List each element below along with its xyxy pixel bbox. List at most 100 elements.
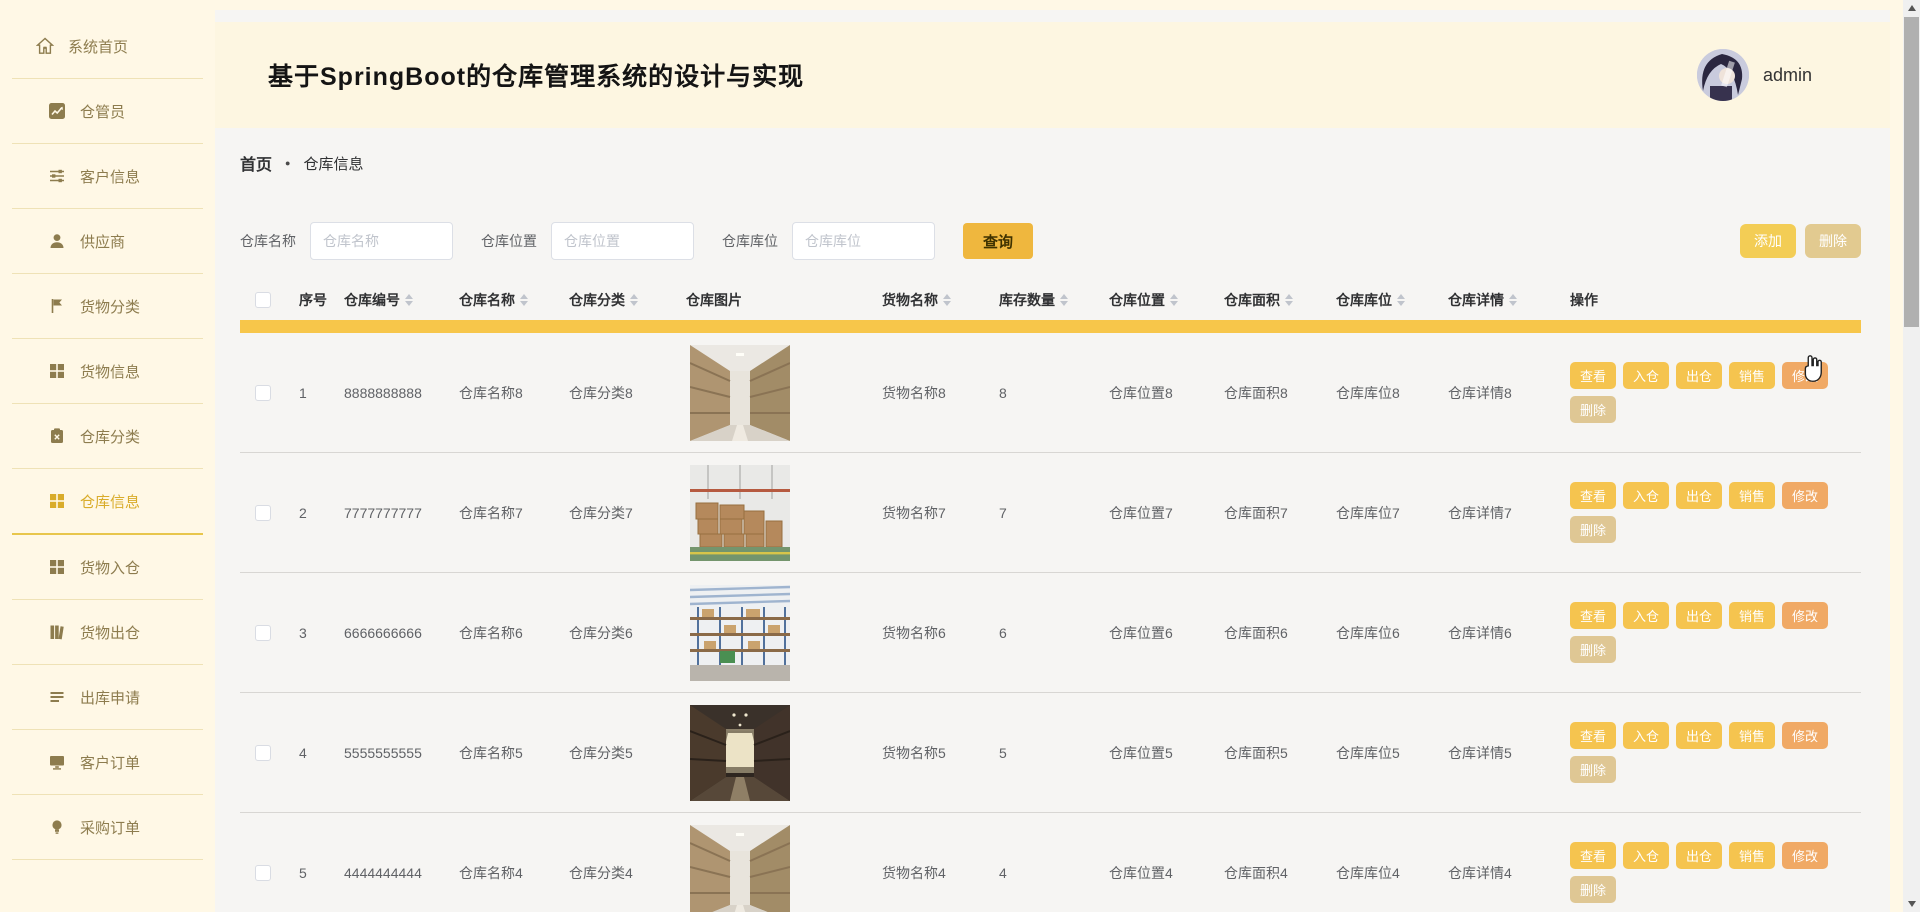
column-header-2[interactable]: 仓库编号	[330, 290, 445, 310]
warehouse-image-cell	[672, 705, 868, 801]
column-header-8[interactable]: 仓库位置	[1095, 290, 1210, 310]
scroll-up-icon[interactable]	[1903, 0, 1920, 16]
sidebar-item-list-10[interactable]: 出库申请	[0, 675, 215, 719]
modify-button[interactable]: 修改	[1782, 602, 1828, 629]
sale-button[interactable]: 销售	[1729, 602, 1775, 629]
sidebar-divider	[12, 859, 203, 860]
modify-button[interactable]: 修改	[1782, 362, 1828, 389]
cell-name: 仓库名称4	[445, 863, 555, 883]
column-header-7[interactable]: 库存数量	[985, 290, 1095, 310]
filter-label-location: 仓库位置	[481, 231, 537, 251]
sort-carets-icon[interactable]	[1509, 294, 1517, 306]
delete-selected-button[interactable]: 删除	[1805, 224, 1861, 258]
inbound-button[interactable]: 入仓	[1623, 842, 1669, 869]
breadcrumb: 首页 ● 仓库信息	[240, 148, 363, 178]
column-header-11[interactable]: 仓库详情	[1434, 290, 1553, 310]
sort-carets-icon[interactable]	[1285, 294, 1293, 306]
view-button[interactable]: 查看	[1570, 602, 1616, 629]
outbound-button[interactable]: 出仓	[1676, 362, 1722, 389]
view-button[interactable]: 查看	[1570, 722, 1616, 749]
add-button[interactable]: 添加	[1740, 224, 1796, 258]
inbound-button[interactable]: 入仓	[1623, 362, 1669, 389]
warehouse-name-input[interactable]	[310, 222, 453, 260]
sidebar-item-bookshelf-9[interactable]: 货物出仓	[0, 610, 215, 654]
delete-button[interactable]: 删除	[1570, 756, 1616, 783]
warehouse-image-cell	[672, 825, 868, 912]
column-header-label: 仓库位置	[1109, 290, 1165, 310]
sale-button[interactable]: 销售	[1729, 482, 1775, 509]
delete-button[interactable]: 删除	[1570, 876, 1616, 903]
inbound-button[interactable]: 入仓	[1623, 602, 1669, 629]
sidebar-item-home-0[interactable]: 系统首页	[0, 24, 215, 68]
delete-button[interactable]: 删除	[1570, 516, 1616, 543]
sidebar-item-monitor-11[interactable]: 客户订单	[0, 740, 215, 784]
row-checkbox[interactable]	[255, 625, 271, 641]
sort-carets-icon[interactable]	[630, 294, 638, 306]
view-button[interactable]: 查看	[1570, 842, 1616, 869]
modify-button[interactable]: 修改	[1782, 722, 1828, 749]
breadcrumb-home[interactable]: 首页	[240, 151, 272, 175]
sidebar-item-lightbulb-12[interactable]: 采购订单	[0, 805, 215, 849]
sort-carets-icon[interactable]	[1397, 294, 1405, 306]
sidebar-item-sliders-2[interactable]: 客户信息	[0, 154, 215, 198]
sort-carets-icon[interactable]	[1170, 294, 1178, 306]
column-header-10[interactable]: 仓库库位	[1322, 290, 1434, 310]
cell-name: 仓库名称8	[445, 383, 555, 403]
search-button[interactable]: 查询	[963, 223, 1033, 259]
row-actions: 查看入仓出仓销售修改删除	[1553, 842, 1861, 903]
sidebar-divider	[12, 338, 203, 339]
sale-button[interactable]: 销售	[1729, 362, 1775, 389]
outbound-button[interactable]: 出仓	[1676, 842, 1722, 869]
warehouse-slot-input[interactable]	[792, 222, 935, 260]
cell-goods: 货物名称7	[868, 503, 985, 523]
cell-area: 仓库面积5	[1210, 743, 1322, 763]
sliders-icon	[48, 167, 66, 185]
sort-carets-icon[interactable]	[1060, 294, 1068, 306]
scroll-down-icon[interactable]	[1903, 896, 1920, 912]
vertical-scrollbar[interactable]	[1903, 0, 1920, 912]
sidebar-item-label: 仓库信息	[80, 491, 140, 512]
column-header-9[interactable]: 仓库面积	[1210, 290, 1322, 310]
user-box[interactable]: admin	[1697, 49, 1812, 101]
sidebar-item-grid-7[interactable]: 仓库信息	[0, 479, 215, 523]
cell-stock: 4	[985, 865, 1095, 881]
sidebar-item-flag-4[interactable]: 货物分类	[0, 284, 215, 328]
avatar[interactable]	[1697, 49, 1749, 101]
sidebar-item-user-3[interactable]: 供应商	[0, 219, 215, 263]
column-header-6[interactable]: 货物名称	[868, 290, 985, 310]
row-checkbox[interactable]	[255, 745, 271, 761]
sidebar-item-clipboard-6[interactable]: 仓库分类	[0, 414, 215, 458]
warehouse-location-input[interactable]	[551, 222, 694, 260]
column-header-3[interactable]: 仓库名称	[445, 290, 555, 310]
select-all-checkbox[interactable]	[255, 292, 271, 308]
row-checkbox[interactable]	[255, 385, 271, 401]
sort-carets-icon[interactable]	[943, 294, 951, 306]
warehouse-photo-boxes	[690, 465, 790, 561]
sale-button[interactable]: 销售	[1729, 842, 1775, 869]
sidebar-item-trend-chart-1[interactable]: 仓管员	[0, 89, 215, 133]
row-checkbox[interactable]	[255, 505, 271, 521]
sidebar-item-grid-8[interactable]: 货物入仓	[0, 545, 215, 589]
outbound-button[interactable]: 出仓	[1676, 722, 1722, 749]
view-button[interactable]: 查看	[1570, 362, 1616, 389]
row-checkbox[interactable]	[255, 865, 271, 881]
view-button[interactable]: 查看	[1570, 482, 1616, 509]
sale-button[interactable]: 销售	[1729, 722, 1775, 749]
sort-carets-icon[interactable]	[520, 294, 528, 306]
outbound-button[interactable]: 出仓	[1676, 602, 1722, 629]
sidebar-item-grid-5[interactable]: 货物信息	[0, 349, 215, 393]
column-header-4[interactable]: 仓库分类	[555, 290, 672, 310]
outbound-button[interactable]: 出仓	[1676, 482, 1722, 509]
cell-stock: 6	[985, 625, 1095, 641]
delete-button[interactable]: 删除	[1570, 636, 1616, 663]
warehouse-photo-racking	[690, 585, 790, 681]
delete-button[interactable]: 删除	[1570, 396, 1616, 423]
cell-goods: 货物名称8	[868, 383, 985, 403]
modify-button[interactable]: 修改	[1782, 482, 1828, 509]
modify-button[interactable]: 修改	[1782, 842, 1828, 869]
inbound-button[interactable]: 入仓	[1623, 722, 1669, 749]
inbound-button[interactable]: 入仓	[1623, 482, 1669, 509]
scrollbar-thumb[interactable]	[1904, 17, 1919, 327]
sidebar-item-label: 客户信息	[80, 166, 140, 187]
sort-carets-icon[interactable]	[405, 294, 413, 306]
